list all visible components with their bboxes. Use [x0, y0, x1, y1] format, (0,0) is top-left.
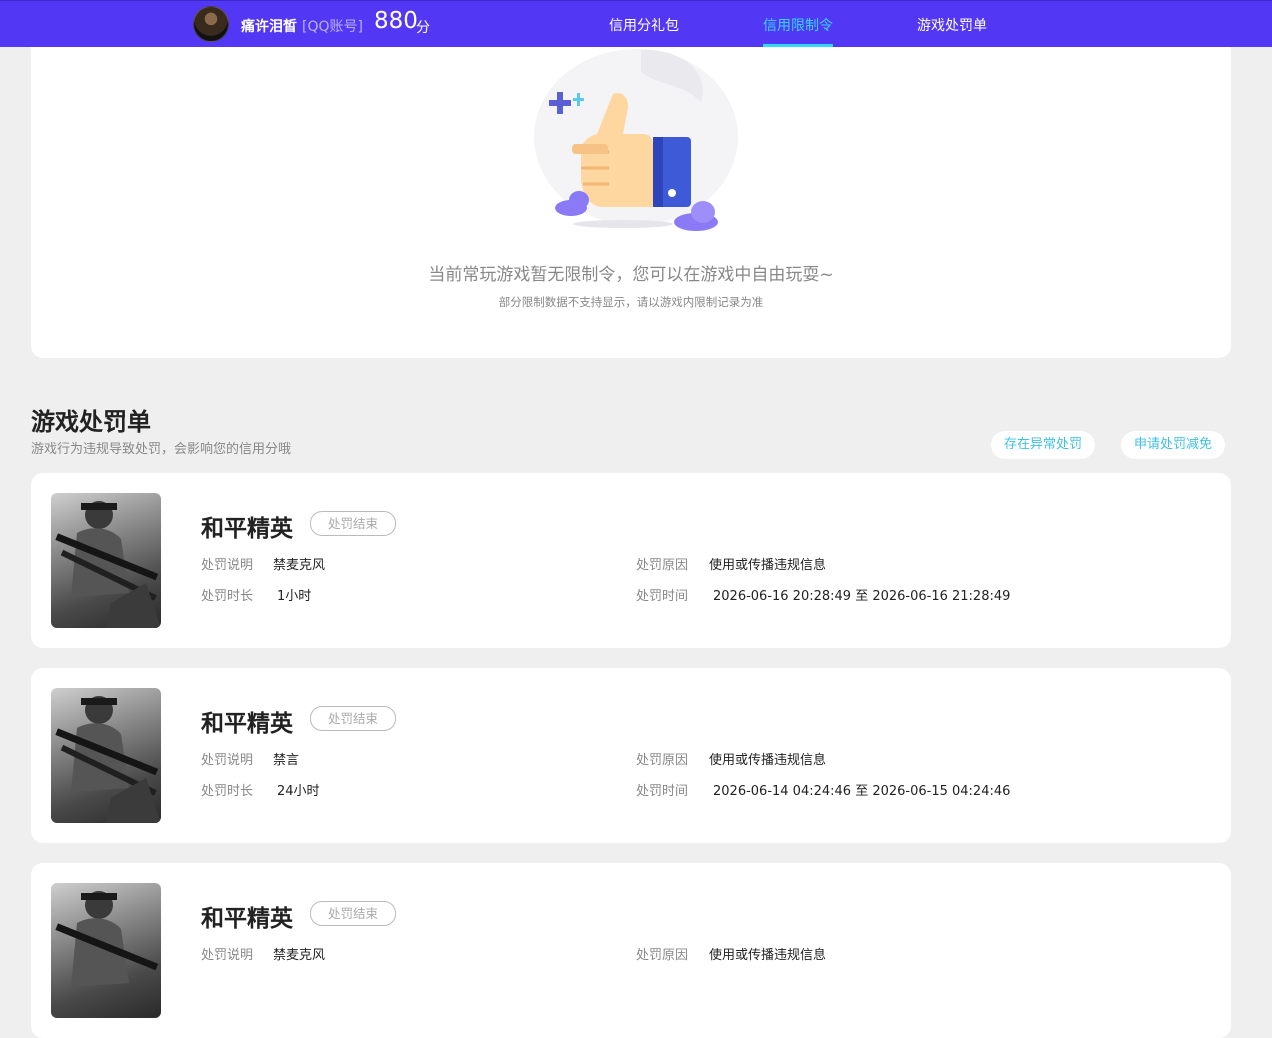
game-thumbnail — [51, 688, 161, 823]
penalty-reason-label: 处罚原因 — [636, 948, 689, 963]
penalty-desc-label: 处罚说明 — [201, 948, 254, 963]
soldier-image — [55, 696, 161, 823]
tab-game-penalties[interactable]: 游戏处罚单 — [917, 15, 987, 35]
penalty-reason-value: 使用或传播违规信息 — [709, 753, 827, 768]
penalty-duration-label: 处罚时长 — [201, 589, 254, 604]
penalty-reason-label: 处罚原因 — [636, 558, 689, 573]
penalty-card[interactable]: 和平精英 处罚结束 处罚说明 禁麦克风 处罚时长 1小时 处罚原因 使用或传播违… — [31, 473, 1231, 648]
credit-score-unit: 分 — [416, 20, 430, 36]
status-badge: 处罚结束 — [310, 511, 396, 536]
account-type: [QQ账号] — [302, 19, 363, 35]
penalty-time-value: 2026-06-14 04:24:46 至 2026-06-15 04:24:4… — [713, 784, 1011, 799]
penalty-time-label: 处罚时间 — [636, 784, 689, 799]
credit-score: 880 — [374, 8, 418, 34]
penalty-desc-value: 禁麦克风 — [273, 558, 326, 573]
penalty-duration-value: 24小时 — [277, 784, 320, 799]
penalty-card[interactable]: 和平精英 处罚结束 处罚说明 禁言 处罚时长 24小时 处罚原因 使用或传播违规… — [31, 668, 1231, 843]
penalty-reason-value: 使用或传播违规信息 — [709, 558, 827, 573]
tab-credit-gift[interactable]: 信用分礼包 — [609, 15, 679, 35]
game-name: 和平精英 — [201, 711, 293, 737]
empty-state-note: 部分限制数据不支持显示，请以游戏内限制记录为准 — [498, 295, 764, 309]
game-name: 和平精英 — [201, 516, 293, 542]
soldier-image — [55, 891, 159, 987]
username: 痛许泪皙 — [241, 19, 297, 35]
empty-state-message: 当前常玩游戏暂无限制令，您可以在游戏中自由玩耍~ — [428, 265, 834, 285]
penalty-desc-label: 处罚说明 — [201, 558, 254, 573]
restriction-card: 当前常玩游戏暂无限制令，您可以在游戏中自由玩耍~ 部分限制数据不支持显示，请以游… — [31, 20, 1231, 358]
game-thumbnail — [51, 493, 161, 628]
status-badge: 处罚结束 — [310, 706, 396, 731]
penalty-reason-value: 使用或传播违规信息 — [709, 948, 827, 963]
status-badge: 处罚结束 — [310, 901, 396, 926]
abnormal-penalty-button[interactable]: 存在异常处罚 — [991, 431, 1096, 459]
penalty-duration-value: 1小时 — [277, 589, 312, 604]
penalty-desc-value: 禁麦克风 — [273, 948, 326, 963]
game-thumbnail — [51, 883, 161, 1018]
penalty-desc-value: 禁言 — [273, 753, 300, 768]
top-navigation-bar: 痛许泪皙 [QQ账号] 880 分 信用分礼包 信用限制令 游戏处罚单 — [0, 0, 1272, 47]
game-name: 和平精英 — [201, 906, 293, 932]
soldier-image — [55, 501, 161, 628]
penalty-reason-label: 处罚原因 — [636, 753, 689, 768]
penalty-card[interactable]: 和平精英 处罚结束 处罚说明 禁麦克风 处罚原因 使用或传播违规信息 — [31, 863, 1231, 1038]
tab-credit-restriction[interactable]: 信用限制令 — [763, 15, 833, 35]
active-tab-indicator — [763, 44, 833, 47]
avatar[interactable] — [193, 6, 229, 42]
section-title: 游戏处罚单 — [31, 408, 151, 436]
penalty-duration-label: 处罚时长 — [201, 784, 254, 799]
penalty-desc-label: 处罚说明 — [201, 753, 254, 768]
penalty-time-label: 处罚时间 — [636, 589, 689, 604]
thumbs-up-illustration — [534, 49, 738, 231]
penalty-reduction-button[interactable]: 申请处罚减免 — [1121, 431, 1226, 459]
section-subtitle: 游戏行为违规导致处罚，会影响您的信用分哦 — [31, 442, 292, 457]
penalty-time-value: 2026-06-16 20:28:49 至 2026-06-16 21:28:4… — [713, 589, 1011, 604]
